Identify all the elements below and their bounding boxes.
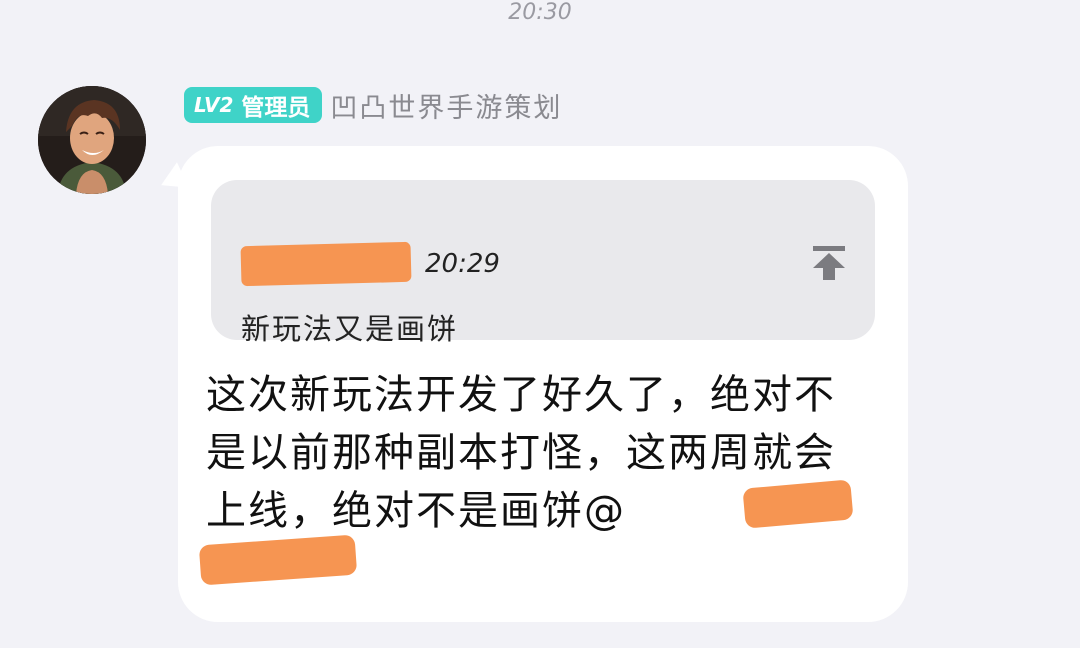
message-bubble[interactable]: 20:29 新玩法又是画饼 这次新玩法开发了好久了，绝对不是以前那种副本打怪，这… (178, 146, 908, 622)
badge-level: LV2 (194, 93, 234, 117)
quote-text: 新玩法又是画饼 (241, 312, 459, 346)
sender-row: LV2 管理员 凹凸世界手游策划 (184, 86, 562, 124)
admin-level-badge: LV2 管理员 (184, 87, 323, 123)
pin-top-icon[interactable] (809, 242, 849, 282)
quote-time: 20:29 (425, 249, 500, 279)
avatar-image (38, 86, 146, 194)
redacted-mention-continued (198, 534, 358, 586)
avatar[interactable] (38, 86, 146, 194)
sender-name[interactable]: 凹凸世界手游策划 (330, 86, 562, 125)
quote-header: 20:29 (240, 241, 500, 287)
quoted-message[interactable]: 20:29 新玩法又是画饼 (211, 180, 875, 346)
message-timestamp: 20:30 (508, 0, 572, 25)
badge-role: 管理员 (241, 95, 311, 121)
redacted-quote-author (240, 241, 412, 287)
